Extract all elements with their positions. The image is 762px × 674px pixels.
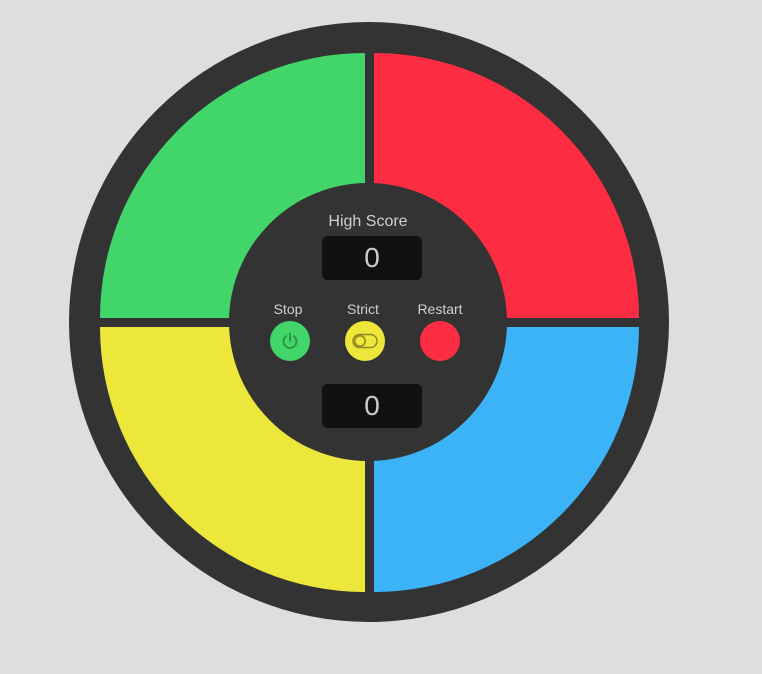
restart-label: Restart (417, 301, 463, 317)
count-display: 0 (322, 384, 422, 428)
game-stage: High Score 0 Stop Strict Restart 0 (0, 0, 762, 674)
game-board: High Score 0 Stop Strict Restart 0 (69, 22, 669, 622)
stop-button[interactable] (270, 321, 310, 361)
high-score-label: High Score (328, 213, 408, 230)
power-icon (280, 331, 300, 351)
stop-label: Stop (273, 301, 303, 317)
toggle-icon (352, 333, 378, 349)
restart-button[interactable] (420, 321, 460, 361)
high-score-display: 0 (322, 236, 422, 280)
control-panel: High Score 0 Stop Strict Restart 0 (229, 183, 507, 461)
strict-button[interactable] (345, 321, 385, 361)
strict-label: Strict (347, 301, 379, 317)
